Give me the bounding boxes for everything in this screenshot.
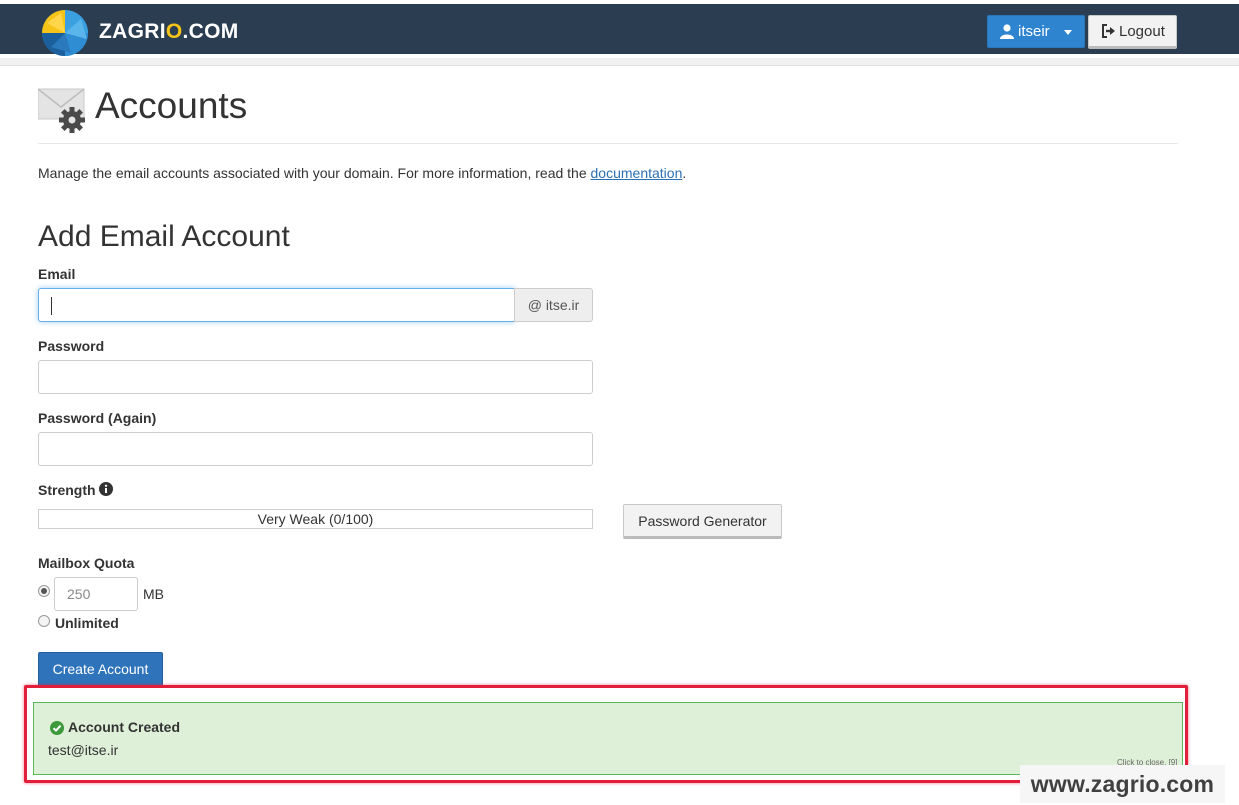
user-name-label: itseir	[1018, 23, 1050, 40]
strength-label: Strength	[38, 482, 113, 498]
quota-unit-label: MB	[143, 586, 164, 602]
logout-label: Logout	[1119, 22, 1165, 40]
quota-unlimited-radio[interactable]	[38, 615, 50, 627]
email-input[interactable]	[38, 288, 515, 322]
mailbox-quota-label: Mailbox Quota	[38, 555, 135, 571]
unlimited-label[interactable]: Unlimited	[55, 615, 119, 631]
zagrio-logo[interactable]	[41, 9, 89, 57]
password-generator-button[interactable]: Password Generator	[623, 504, 782, 539]
create-account-button[interactable]: Create Account	[38, 652, 163, 686]
page-description: Manage the email accounts associated wit…	[38, 165, 687, 181]
alert-body: test@itse.ir	[48, 742, 119, 758]
title-divider	[38, 143, 1178, 144]
section-title: Add Email Account	[38, 220, 290, 253]
email-domain-addon: @ itse.ir	[514, 288, 593, 322]
check-circle-icon	[50, 721, 64, 735]
text-cursor	[51, 297, 52, 315]
info-icon[interactable]	[98, 482, 113, 496]
email-label: Email	[38, 266, 76, 282]
success-alert[interactable]	[33, 702, 1183, 775]
user-menu-button[interactable]: itseir	[987, 15, 1085, 48]
quota-input[interactable]: 250	[54, 577, 138, 611]
page-title: Accounts	[95, 85, 248, 126]
documentation-link[interactable]: documentation	[591, 165, 683, 181]
password-again-input[interactable]	[38, 432, 593, 466]
password-strength-meter: Very Weak (0/100)	[38, 509, 593, 529]
watermark: www.zagrio.com	[1020, 765, 1225, 803]
strength-value: Very Weak (0/100)	[257, 511, 374, 527]
brand-name[interactable]: ZAGRIO.COM	[99, 20, 239, 44]
logout-button[interactable]: Logout	[1088, 15, 1177, 49]
password-again-label: Password (Again)	[38, 410, 157, 426]
password-input[interactable]	[38, 360, 593, 394]
caret-down-icon	[1064, 30, 1072, 35]
logout-icon	[1102, 24, 1115, 38]
alert-title: Account Created	[68, 719, 181, 735]
header-separator	[0, 58, 1239, 66]
password-label: Password	[38, 338, 105, 354]
top-navbar: ZAGRIO.COM itseir Logout	[0, 0, 1239, 57]
user-icon	[1000, 24, 1014, 39]
email-accounts-icon	[38, 88, 85, 133]
quota-limited-radio[interactable]	[38, 585, 50, 597]
